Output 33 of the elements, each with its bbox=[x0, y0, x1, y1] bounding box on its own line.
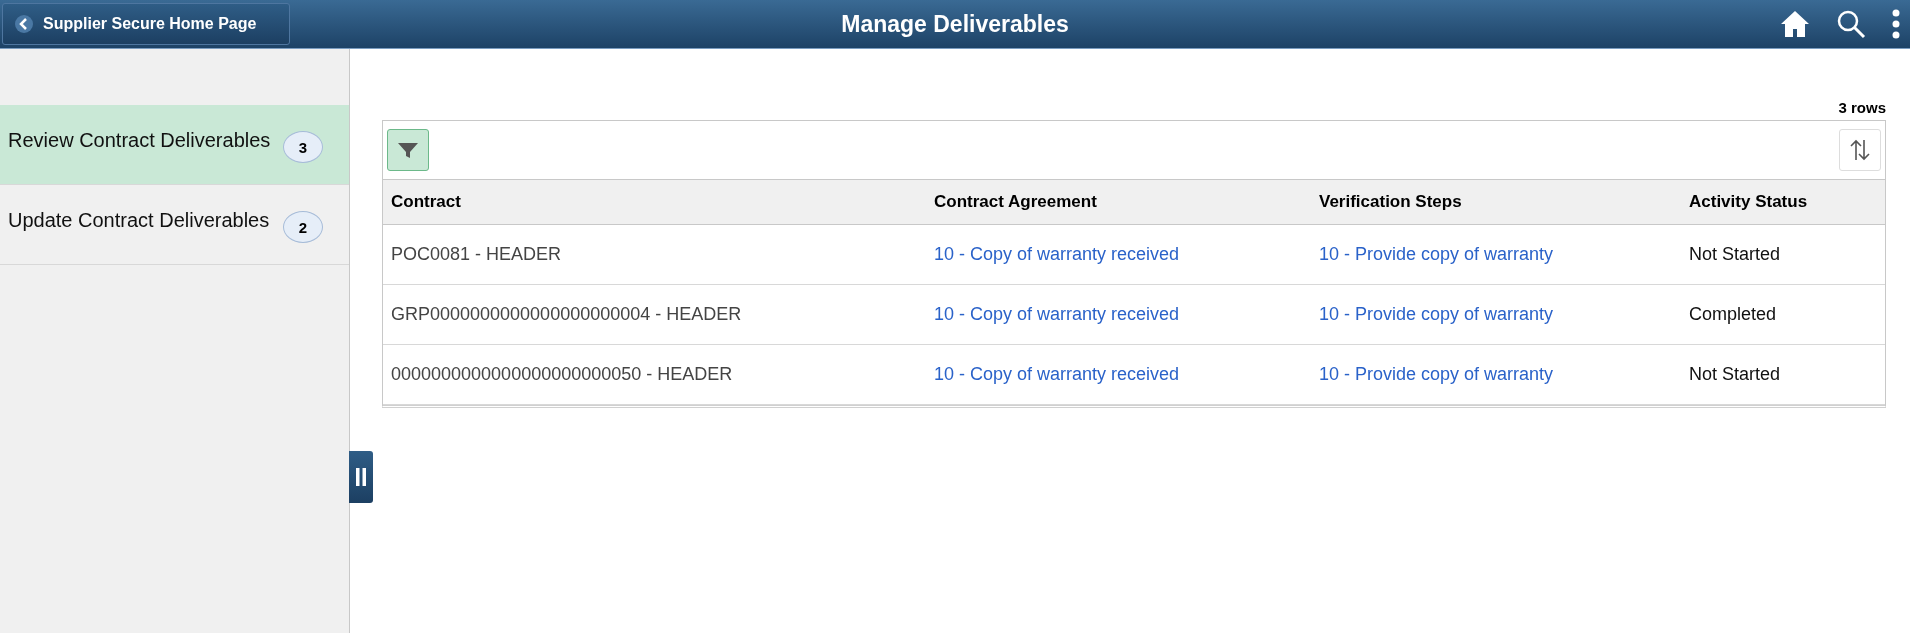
column-header[interactable]: Contract Agreement bbox=[926, 180, 1311, 225]
filter-button[interactable] bbox=[387, 129, 429, 171]
column-header[interactable]: Activity Status bbox=[1681, 180, 1885, 225]
table-link[interactable]: 10 - Provide copy of warranty bbox=[1319, 244, 1554, 265]
table-link[interactable]: 10 - Copy of warranty received bbox=[934, 364, 1180, 385]
home-icon[interactable] bbox=[1780, 10, 1810, 38]
sidebar-item[interactable]: Review Contract Deliverables 3 bbox=[0, 105, 349, 185]
sort-button[interactable] bbox=[1839, 129, 1881, 171]
table-link[interactable]: 10 - Provide copy of warranty bbox=[1319, 364, 1554, 385]
table-link[interactable]: 10 - Provide copy of warranty bbox=[1319, 304, 1554, 325]
back-icon bbox=[15, 15, 33, 33]
count-badge: 2 bbox=[283, 211, 323, 243]
table-cell: Completed bbox=[1681, 285, 1885, 345]
table-link[interactable]: 10 - Copy of warranty received bbox=[934, 304, 1180, 325]
page-title: Manage Deliverables bbox=[841, 10, 1069, 38]
table-cell: GRP0000000000000000000004 - HEADER bbox=[383, 285, 926, 345]
sidebar-item-label: Review Contract Deliverables bbox=[8, 129, 271, 152]
sort-icon bbox=[1849, 138, 1871, 162]
table-link[interactable]: 10 - Copy of warranty received bbox=[934, 244, 1180, 265]
table-cell: Not Started bbox=[1681, 345, 1885, 405]
back-button[interactable]: Supplier Secure Home Page bbox=[2, 3, 290, 45]
sidebar-item[interactable]: Update Contract Deliverables 2 bbox=[0, 185, 349, 265]
search-icon[interactable] bbox=[1836, 9, 1866, 39]
collapse-handle[interactable] bbox=[349, 451, 373, 503]
table-cell: 0000000000000000000000050 - HEADER bbox=[383, 345, 926, 405]
more-options-icon[interactable] bbox=[1892, 9, 1900, 39]
table-cell: POC0081 - HEADER bbox=[383, 225, 926, 285]
count-badge: 3 bbox=[283, 131, 323, 163]
table-cell: Not Started bbox=[1681, 225, 1885, 285]
row-count: 3 rows bbox=[1838, 99, 1886, 116]
column-header[interactable]: Verification Steps bbox=[1311, 180, 1681, 225]
sidebar-item-label: Update Contract Deliverables bbox=[8, 209, 270, 232]
column-header[interactable]: Contract bbox=[383, 180, 926, 225]
